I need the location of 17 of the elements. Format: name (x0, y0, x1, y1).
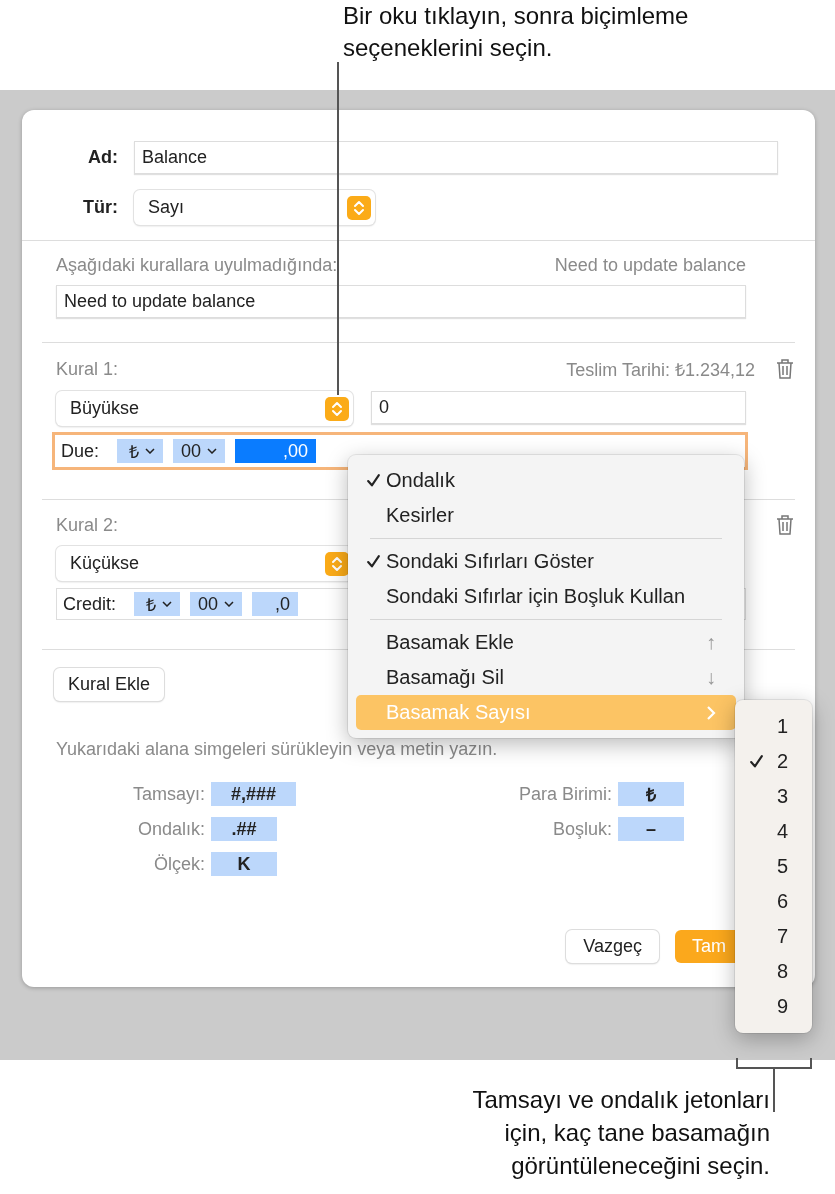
fallback-preview: Need to update balance (554, 255, 746, 276)
token-label: Para Birimi: (518, 783, 612, 805)
fallback-label: Aşağıdaki kurallara uyulmadığında: (56, 255, 338, 276)
rule-label: Kural 1: (56, 358, 119, 380)
shortcut: ↓ (706, 666, 716, 689)
type-label: Tür: (82, 197, 118, 218)
token-label: Tamsayı: (131, 783, 205, 805)
token-label: Ölçek: (153, 853, 205, 875)
name-label: Ad: (87, 147, 118, 168)
shortcut: ↑ (706, 631, 716, 654)
hint-text: Yukarıdaki alana simgeleri sürükleyin veya metin yazın. (56, 739, 499, 760)
token-label: Boşluk: (551, 818, 612, 840)
callout-text: Bir oku tıklayın, sonra biçimleme seçeneklerini seçin. (343, 1, 690, 63)
callout-text: Tamsayı ve ondalık jetonları için, kaç tane basamağın görüntüleneceğini seçin. (471, 1085, 770, 1181)
rule-label: Kural 2: (56, 514, 119, 536)
token-label: Ondalık: (136, 818, 205, 840)
rule-preview: Teslim Tarihi: ₺1.234,12 (566, 359, 755, 381)
